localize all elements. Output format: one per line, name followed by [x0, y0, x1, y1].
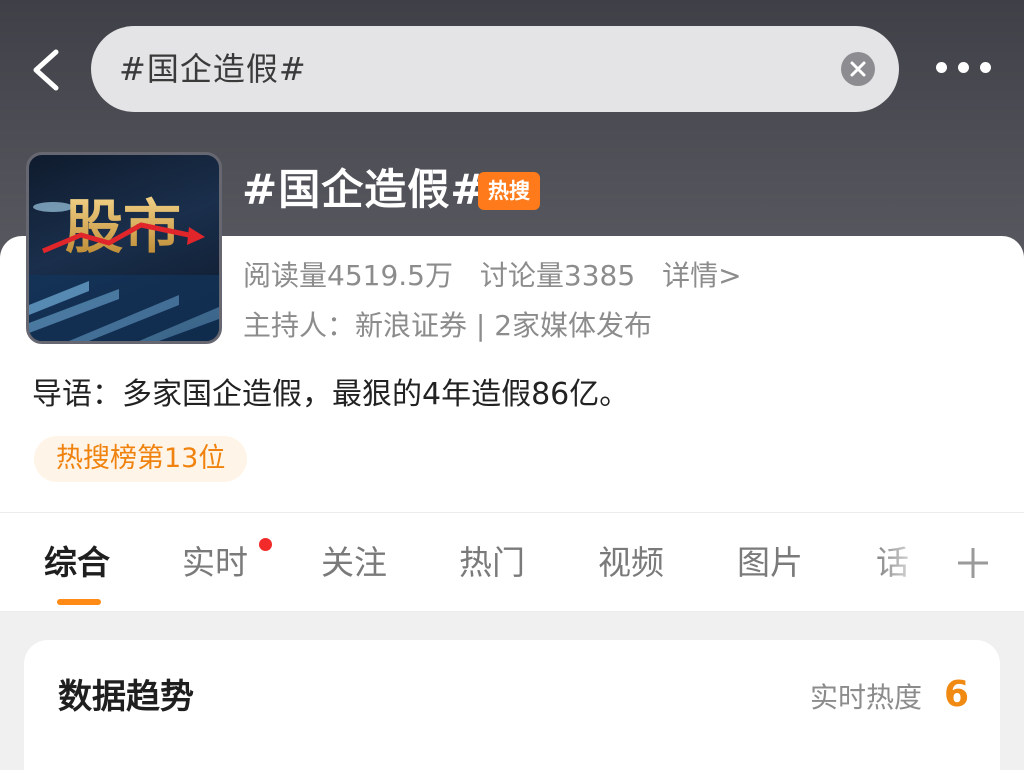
tab-bar: 综合 实时 关注 热门 视频 图片 话	[0, 512, 1024, 612]
more-dot-icon	[958, 62, 969, 73]
hot-search-badge: 热搜	[478, 172, 540, 210]
plus-icon	[958, 548, 988, 578]
clear-button[interactable]	[841, 52, 875, 86]
realtime-heat-value: 6	[944, 674, 970, 715]
discussion-count: 讨论量3385	[479, 259, 636, 292]
topic-intro: 导语：多家国企造假，最狠的4年造假86亿。	[32, 377, 630, 412]
tab-popular[interactable]: 热门	[459, 541, 525, 585]
tab-following[interactable]: 关注	[321, 541, 387, 585]
topic-cover-image[interactable]: 股市	[26, 152, 222, 344]
tab-comprehensive[interactable]: 综合	[44, 541, 110, 585]
search-bar[interactable]: #国企造假#	[91, 26, 899, 112]
topic-title: #国企造假#	[242, 165, 487, 214]
add-tab-button[interactable]	[956, 546, 990, 580]
tab-overflow-fade	[872, 520, 952, 610]
tab-images[interactable]: 图片	[737, 541, 803, 585]
stock-market-illustration: 股市	[29, 193, 219, 341]
active-tab-indicator	[57, 599, 101, 605]
host-info[interactable]: 主持人：新浪证券 | 2家媒体发布	[243, 306, 652, 346]
more-dot-icon	[980, 62, 991, 73]
svg-text:股市: 股市	[65, 193, 181, 261]
more-dot-icon	[936, 62, 947, 73]
data-trend-card: 数据趋势 实时热度 6	[24, 640, 1000, 770]
hot-rank-badge[interactable]: 热搜榜第13位	[34, 436, 248, 482]
notification-dot	[259, 538, 272, 551]
search-input-text[interactable]: #国企造假#	[119, 48, 307, 90]
realtime-heat-label: 实时热度	[810, 681, 923, 714]
read-count: 阅读量4519.5万	[243, 259, 453, 292]
more-button[interactable]	[936, 62, 992, 76]
topic-stats: 阅读量4519.5万 讨论量3385 详情>	[243, 256, 760, 296]
clear-icon	[850, 61, 866, 77]
chevron-left-icon	[33, 49, 59, 91]
tab-realtime[interactable]: 实时	[182, 541, 248, 585]
details-link[interactable]: 详情>	[662, 259, 741, 292]
card-title: 数据趋势	[58, 677, 194, 717]
back-button[interactable]	[28, 48, 68, 92]
tab-video[interactable]: 视频	[598, 541, 664, 585]
